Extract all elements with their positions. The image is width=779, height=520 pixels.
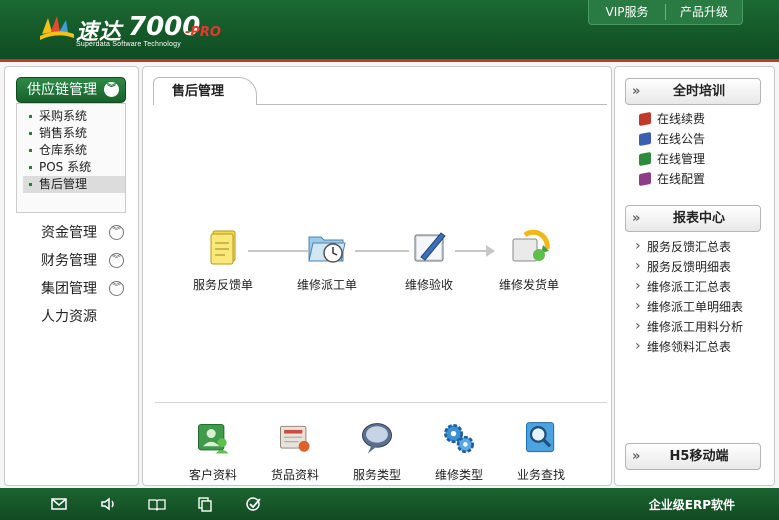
sidebar-group-funds[interactable]: 资金管理 ︾ (41, 223, 131, 243)
training-item-manage[interactable]: 在线管理 (637, 149, 705, 169)
flow-node-repair-acceptance[interactable]: 维修验收 (389, 225, 469, 293)
logo: 速达 7000 -PRO Superdata Software Technolo… (40, 12, 240, 52)
sidebar-item-purchase[interactable]: 采购系统 (23, 108, 125, 125)
book-icon (639, 171, 651, 187)
sidebar-group-label: 财务管理 (41, 253, 97, 269)
training-item-label: 在线公告 (657, 132, 706, 146)
sidebar-submenu: 采购系统 销售系统 仓库系统 POS 系统 售后管理 (16, 103, 126, 213)
shortcut-service-type[interactable]: 服务类型 (337, 419, 417, 483)
flow-node-service-feedback[interactable]: 服务反馈单 (183, 225, 263, 293)
report-item[interactable]: 维修领料汇总表 (635, 336, 731, 357)
report-item[interactable]: 维修派工汇总表 (635, 276, 731, 297)
product-upgrade-link[interactable]: 产品升级 (666, 0, 742, 24)
customer-icon (198, 424, 229, 454)
note-icon (210, 230, 236, 265)
report-item[interactable]: 维修派工单明细表 (635, 296, 743, 317)
flow-node-label: 服务反馈单 (192, 278, 253, 292)
sidebar-group-supply-chain[interactable]: 供应链管理 ︾ (16, 77, 126, 103)
brand-name-en: Superdata Software Technology (76, 41, 181, 48)
training-button[interactable]: » 全时培训 (625, 78, 761, 105)
shortcut-goods-info[interactable]: 货品资料 (255, 419, 335, 483)
right-panel: » 全时培训 在线续费 在线公告 在线管理 在线配置 » 报表中心 服务反馈汇总… (614, 66, 775, 486)
chevron-down-icon: ︾ (109, 281, 124, 296)
training-item-label: 在线管理 (657, 152, 706, 166)
sidebar: 供应链管理 ︾ 采购系统 销售系统 仓库系统 POS 系统 售后管理 资金管理 … (4, 66, 139, 486)
mobile-button[interactable]: » H5移动端 (625, 443, 761, 470)
book-icon (639, 131, 651, 147)
training-item-notice[interactable]: 在线公告 (637, 129, 705, 149)
check-icon[interactable] (245, 496, 263, 512)
header: 速达 7000 -PRO Superdata Software Technolo… (0, 0, 779, 62)
gears-icon (444, 424, 474, 454)
shortcut-label: 维修类型 (434, 468, 483, 482)
training-item-renew[interactable]: 在线续费 (637, 109, 705, 129)
flow-node-label: 维修发货单 (498, 278, 559, 292)
shortcut-repair-type[interactable]: 维修类型 (419, 419, 499, 483)
footer: 企业级ERP软件 (0, 488, 779, 520)
training-item-config[interactable]: 在线配置 (637, 169, 705, 189)
notebook-pen-icon (414, 232, 446, 262)
chat-bubble-icon (362, 423, 392, 454)
flow-node-label: 维修派工单 (296, 278, 357, 292)
shortcut-label: 货品资料 (270, 468, 319, 482)
sidebar-item-pos[interactable]: POS 系统 (23, 159, 125, 176)
training-item-label: 在线续费 (657, 112, 706, 126)
double-chevron-icon: » (632, 84, 641, 99)
shortcut-label: 服务类型 (352, 468, 401, 482)
sidebar-group-label: 供应链管理 (27, 82, 97, 98)
sidebar-item-warehouse[interactable]: 仓库系统 (23, 142, 125, 159)
sidebar-group-label: 集团管理 (41, 281, 97, 297)
delivery-box-icon (512, 229, 550, 262)
double-chevron-icon: » (632, 449, 641, 464)
mail-icon[interactable] (50, 496, 68, 512)
book-icon[interactable] (148, 496, 166, 512)
logo-mark-icon (40, 16, 74, 40)
search-icon (526, 422, 555, 453)
sidebar-item-sales[interactable]: 销售系统 (23, 125, 125, 142)
brand-pro: -PRO (185, 25, 221, 40)
flow-node-label: 维修验收 (404, 278, 453, 292)
shortcut-label: 客户资料 (188, 468, 237, 482)
report-center-title: 报表中心 (672, 211, 725, 226)
book-icon (639, 111, 651, 127)
flow-node-repair-delivery[interactable]: 维修发货单 (489, 225, 569, 293)
copy-icon[interactable] (196, 496, 214, 512)
report-item[interactable]: 服务反馈明细表 (635, 256, 731, 277)
mobile-title: H5移动端 (669, 449, 729, 464)
shortcut-label: 业务查找 (516, 468, 565, 482)
double-chevron-icon: » (632, 211, 641, 226)
chevron-down-icon: ︾ (109, 225, 124, 240)
vip-service-link[interactable]: VIP服务 (589, 0, 665, 24)
sidebar-group-hr[interactable]: 人力资源 (41, 307, 131, 327)
shortcut-customer-info[interactable]: 客户资料 (173, 419, 253, 483)
sidebar-item-after-sales[interactable]: 售后管理 (23, 176, 125, 193)
shortcut-business-search[interactable]: 业务查找 (501, 419, 581, 483)
tab-baseline-cover (154, 104, 256, 105)
footer-product-text: 企业级ERP软件 (648, 498, 735, 512)
report-item[interactable]: 维修派工用料分析 (635, 316, 743, 337)
tab-after-sales[interactable]: 售后管理 (153, 77, 257, 105)
chevron-down-icon: ︾ (109, 253, 124, 268)
flow-node-repair-dispatch[interactable]: 维修派工单 (287, 225, 367, 293)
chevron-down-icon: ︾ (104, 82, 119, 97)
report-center-button[interactable]: » 报表中心 (625, 205, 761, 232)
report-item[interactable]: 服务反馈汇总表 (635, 236, 731, 257)
main-divider (155, 402, 607, 403)
book-icon (639, 151, 651, 167)
main-panel: 售后管理 服务反馈单 维修派工单 维修验收 维修发货单 客户资料 货品资料 服务… (142, 66, 612, 486)
sidebar-group-group[interactable]: 集团管理 ︾ (41, 279, 131, 299)
sidebar-group-label: 资金管理 (41, 225, 97, 241)
goods-icon (280, 425, 310, 452)
training-item-label: 在线配置 (657, 172, 706, 186)
speaker-icon[interactable] (100, 496, 118, 512)
sidebar-group-finance[interactable]: 财务管理 ︾ (41, 251, 131, 271)
top-links: VIP服务 产品升级 (588, 0, 743, 25)
folder-clock-icon (308, 236, 346, 263)
training-title: 全时培训 (672, 84, 725, 99)
